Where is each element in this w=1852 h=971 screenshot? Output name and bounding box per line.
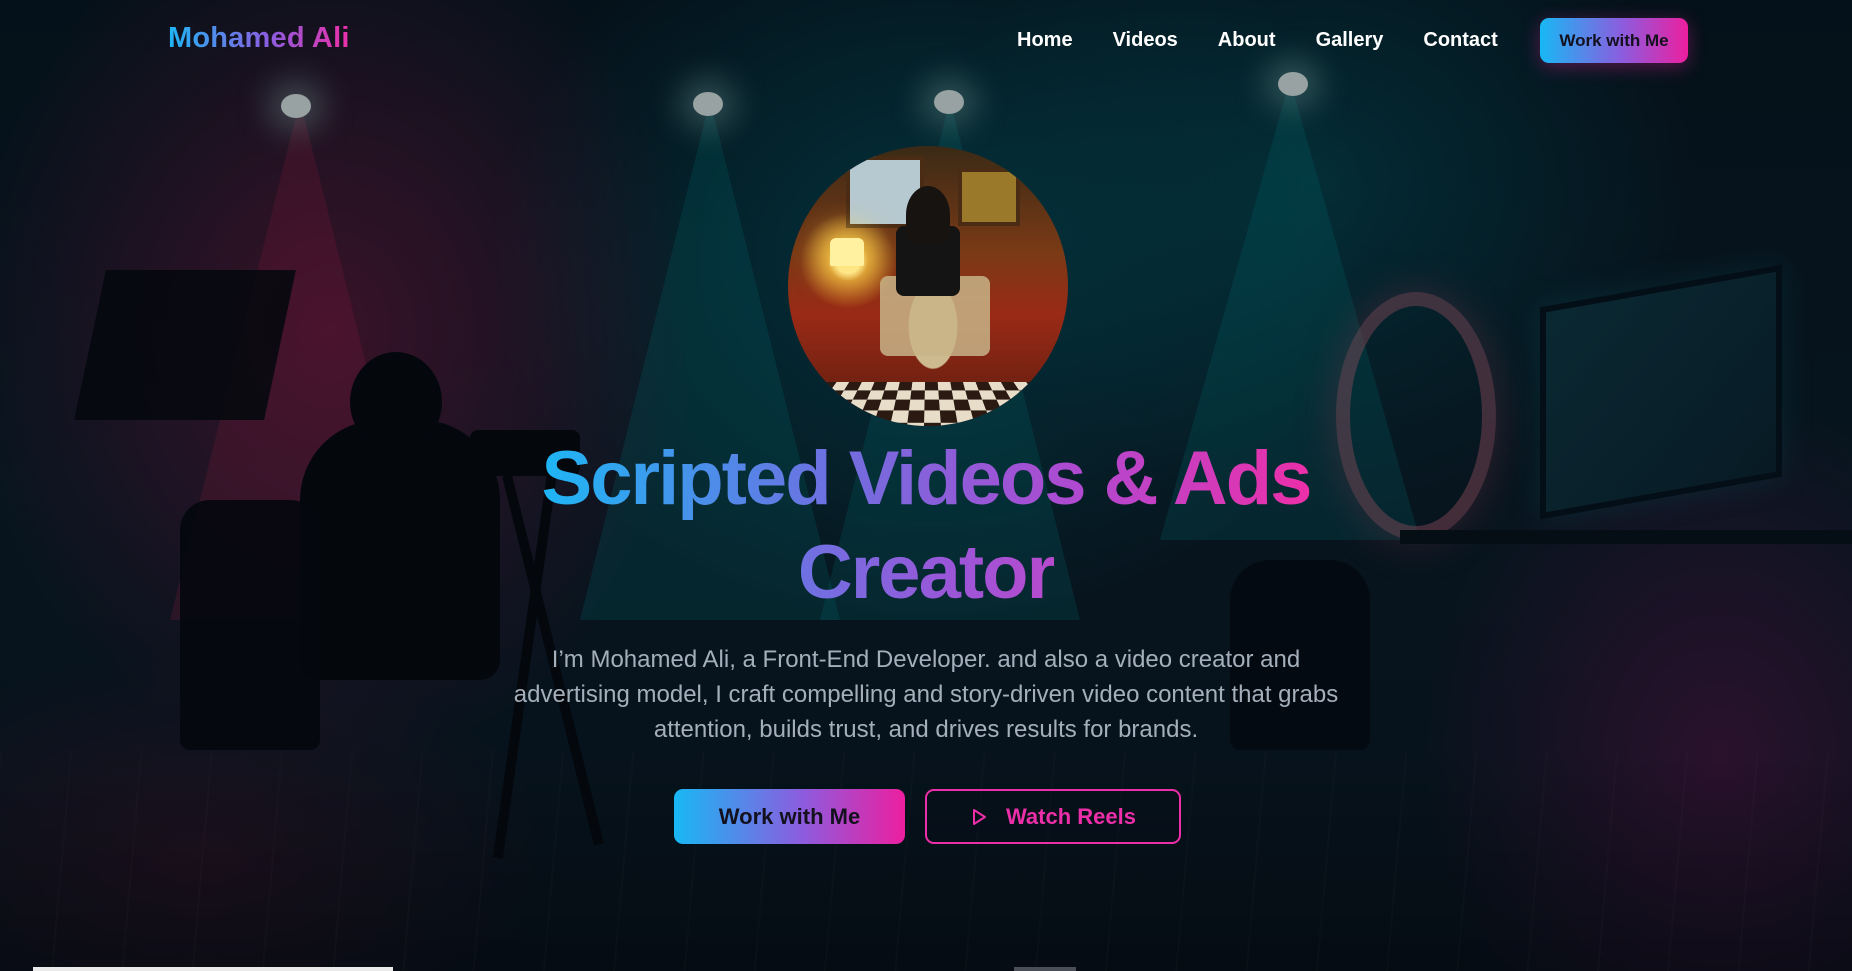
nav-link-home[interactable]: Home: [1017, 28, 1073, 52]
watch-reels-label: Watch Reels: [1006, 804, 1136, 830]
nav-links: Home Videos About Gallery Contact: [1017, 28, 1538, 52]
studio-floor: [0, 751, 1852, 971]
spotlight: [934, 90, 964, 114]
brand-logo[interactable]: Mohamed Ali: [168, 22, 350, 55]
work-with-me-button[interactable]: Work with Me: [674, 789, 905, 844]
hero-title-line2: Creator: [798, 530, 1054, 615]
photo-lamp: [830, 238, 864, 266]
hero-description: I’m Mohamed Ali, a Front-End Developer. …: [496, 642, 1356, 747]
softbox-silhouette: [74, 270, 296, 420]
photo-checkered-floor: [788, 382, 1068, 426]
watch-reels-button[interactable]: Watch Reels: [925, 789, 1181, 844]
profile-photo: [788, 146, 1068, 426]
hero-title: Scripted Videos & Ads Creator: [0, 432, 1852, 620]
nav-work-with-me-button[interactable]: Work with Me: [1540, 18, 1688, 63]
top-navigation: Mohamed Ali Home Videos About Gallery Co…: [0, 0, 1852, 82]
nav-link-contact[interactable]: Contact: [1423, 28, 1497, 52]
hero-title-line1: Scripted Videos & Ads: [542, 436, 1311, 521]
scroll-indicator: [33, 967, 393, 971]
nav-link-gallery[interactable]: Gallery: [1316, 28, 1384, 52]
photo-person-head: [906, 186, 950, 244]
nav-link-videos[interactable]: Videos: [1113, 28, 1178, 52]
nav-link-about[interactable]: About: [1218, 28, 1276, 52]
spotlight: [281, 94, 311, 118]
spotlight: [693, 92, 723, 116]
landing-page: Mohamed Ali Home Videos About Gallery Co…: [0, 0, 1852, 971]
photo-window: [958, 168, 1020, 226]
scroll-indicator: [1014, 967, 1076, 971]
play-icon: [970, 808, 988, 826]
